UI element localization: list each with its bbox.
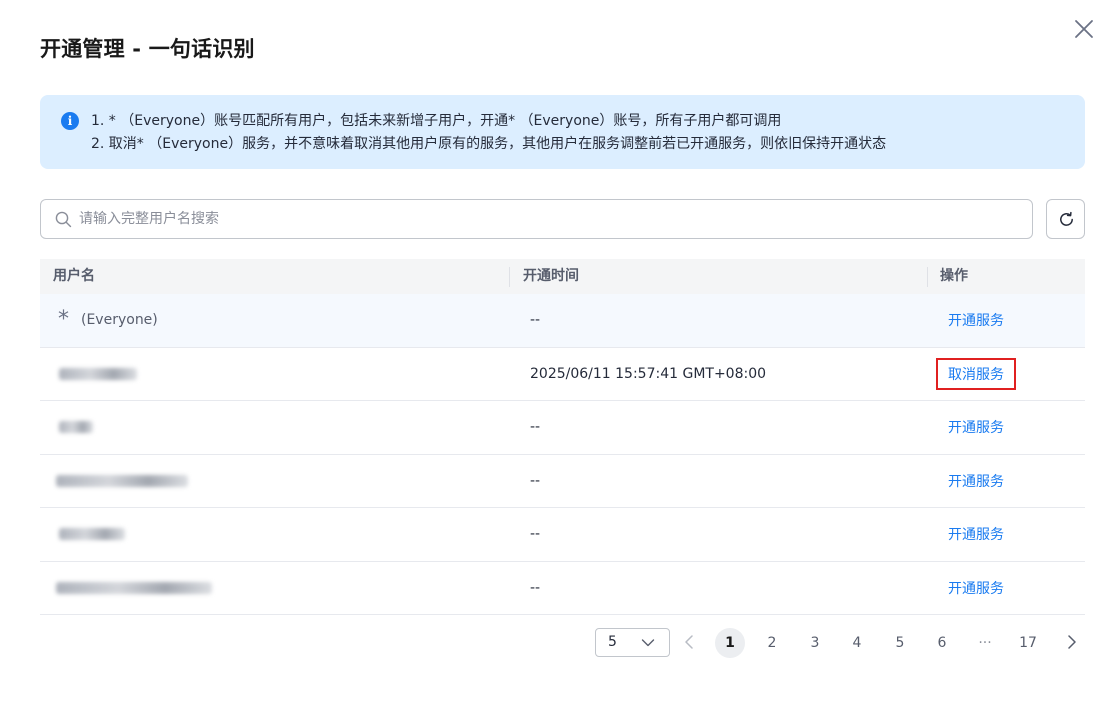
page-size-select[interactable]: 5	[595, 628, 670, 657]
user-cell	[54, 508, 125, 561]
table-row: -- 开通服务	[40, 401, 1085, 455]
next-page-icon[interactable]	[1062, 632, 1080, 652]
header-time: 开通时间	[523, 268, 579, 284]
redacted-username	[59, 528, 125, 541]
search-input[interactable]	[79, 200, 1019, 238]
redacted-username	[59, 421, 93, 434]
page-ellipsis[interactable]: ···	[970, 628, 1000, 658]
search-icon	[55, 211, 72, 228]
user-cell	[54, 562, 212, 615]
time-cell: --	[530, 579, 541, 596]
header-divider	[927, 267, 928, 287]
prev-page-icon[interactable]	[681, 632, 699, 652]
page-5[interactable]: 5	[885, 628, 915, 658]
time-cell: --	[530, 419, 541, 436]
table-row: * (Everyone) -- 开通服务	[40, 294, 1085, 348]
notice-line-2: 2. 取消* （Everyone）服务，并不意味着取消其他用户原有的服务，其他用…	[91, 136, 887, 152]
header-op: 操作	[940, 268, 968, 284]
table-row: -- 开通服务	[40, 508, 1085, 562]
search-box	[40, 199, 1033, 239]
table-row: -- 开通服务	[40, 455, 1085, 508]
pagination: 5 1 2 3 4 5 6 ··· 17	[595, 627, 1085, 658]
close-icon[interactable]	[1072, 17, 1096, 41]
page-size-value: 5	[608, 634, 617, 650]
redacted-username	[56, 474, 188, 487]
notice-banner: i 1. * （Everyone）账号匹配所有用户，包括未来新增子用户，开通* …	[40, 95, 1085, 169]
enable-service-link[interactable]: 开通服务	[936, 465, 1016, 497]
enable-service-link[interactable]: 开通服务	[936, 411, 1016, 443]
enable-service-link[interactable]: 开通服务	[936, 572, 1016, 604]
table-row: -- 开通服务	[40, 562, 1085, 615]
table-row: 2025/06/11 15:57:41 GMT+08:00 取消服务	[40, 348, 1085, 401]
user-name: (Everyone)	[81, 312, 158, 329]
refresh-icon	[1060, 211, 1073, 226]
enable-service-link[interactable]: 开通服务	[936, 304, 1016, 336]
chevron-down-icon	[641, 639, 655, 647]
user-cell: * (Everyone)	[54, 294, 158, 347]
user-cell	[54, 348, 137, 401]
page-4[interactable]: 4	[842, 628, 872, 658]
redacted-username	[59, 367, 137, 380]
notice-line-1: 1. * （Everyone）账号匹配所有用户，包括未来新增子用户，开通* （E…	[91, 113, 782, 129]
page-17[interactable]: 17	[1013, 628, 1043, 658]
cancel-service-link[interactable]: 取消服务	[936, 357, 1016, 390]
time-cell: 2025/06/11 15:57:41 GMT+08:00	[530, 365, 767, 382]
time-cell: --	[530, 472, 541, 489]
user-cell	[54, 401, 93, 454]
header-user: 用户名	[53, 268, 95, 284]
page-3[interactable]: 3	[800, 628, 830, 658]
page-1[interactable]: 1	[715, 628, 745, 658]
redacted-username	[56, 581, 212, 594]
enable-service-link[interactable]: 开通服务	[936, 518, 1016, 550]
header-divider	[509, 267, 510, 287]
page-6[interactable]: 6	[927, 628, 957, 658]
time-cell: --	[530, 312, 541, 329]
dialog-title: 开通管理 - 一句话识别	[40, 37, 255, 61]
info-icon: i	[61, 112, 79, 130]
time-cell: --	[530, 526, 541, 543]
user-table: 用户名 开通时间 操作 * (Everyone) -- 开通服务 2025/06…	[40, 259, 1085, 615]
table-header: 用户名 开通时间 操作	[40, 259, 1085, 294]
star-icon: *	[58, 307, 69, 333]
page-2[interactable]: 2	[757, 628, 787, 658]
user-cell	[54, 455, 188, 508]
refresh-button[interactable]	[1046, 199, 1085, 239]
